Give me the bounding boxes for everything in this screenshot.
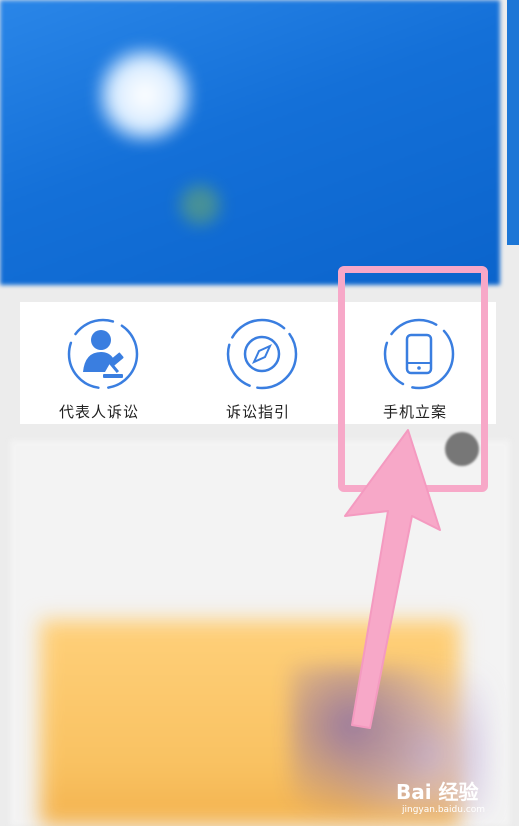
watermark-main: Bai 经验 (396, 780, 479, 804)
watermark-sub: jingyan.baidu.com (402, 805, 486, 815)
watermark: Bai 经验 jingyan.baidu.com (396, 776, 516, 822)
pointer-arrow-icon (344, 429, 441, 729)
